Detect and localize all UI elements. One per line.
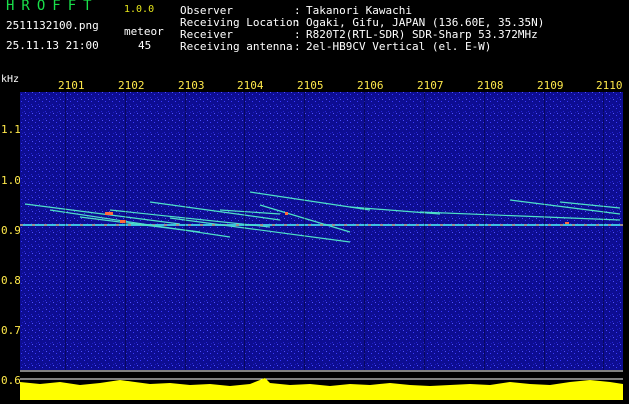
time-gridline [603,92,604,370]
time-gridline [125,92,126,370]
freq-tick-1-0: 1.0 [1,174,21,187]
time-tick-2107: 2107 [417,79,444,92]
app-title: HROFFT [6,0,99,14]
time-gridline [244,92,245,370]
histogram-canvas [20,370,623,400]
time-gridline [484,92,485,370]
freq-tick-0-7: 0.7 [1,324,21,337]
freq-tick-0-8: 0.8 [1,274,21,287]
meteor-count: 45 [138,39,152,52]
time-tick-2103: 2103 [178,79,205,92]
freq-tick-1-1: 1.1 [1,123,21,136]
time-gridline [424,92,425,370]
app-version: 1.0.0 [124,4,155,15]
time-gridline [304,92,305,370]
time-tick-2104: 2104 [237,79,264,92]
time-tick-2110: 2110 [596,79,623,92]
time-gridline [544,92,545,370]
antenna-value: 2el-HB9CV Vertical (el. E-W) [306,40,492,53]
time-tick-2102: 2102 [118,79,145,92]
time-tick-2108: 2108 [477,79,504,92]
file-name: 2511132100.png [6,19,99,32]
frequency-unit: kHz [1,74,20,85]
time-gridline [364,92,365,370]
antenna-sep: : [294,40,301,53]
time-tick-2105: 2105 [297,79,324,92]
time-gridline [185,92,186,370]
time-tick-2101: 2101 [58,79,85,92]
histogram-fill [20,378,623,400]
spectrogram-canvas [20,92,623,370]
antenna-key: Receiving antenna [180,40,293,53]
time-gridline [65,92,66,370]
spectrogram-plot [20,92,623,370]
date-time: 25.11.13 21:00 [6,39,99,52]
signal-histogram [20,370,623,400]
time-tick-2106: 2106 [357,79,384,92]
meteor-label: meteor [124,25,164,38]
freq-tick-0-9: 0.9 [1,224,21,237]
freq-tick-0-6: 0.6 [1,374,21,387]
noise-background [20,92,623,370]
time-tick-2109: 2109 [537,79,564,92]
